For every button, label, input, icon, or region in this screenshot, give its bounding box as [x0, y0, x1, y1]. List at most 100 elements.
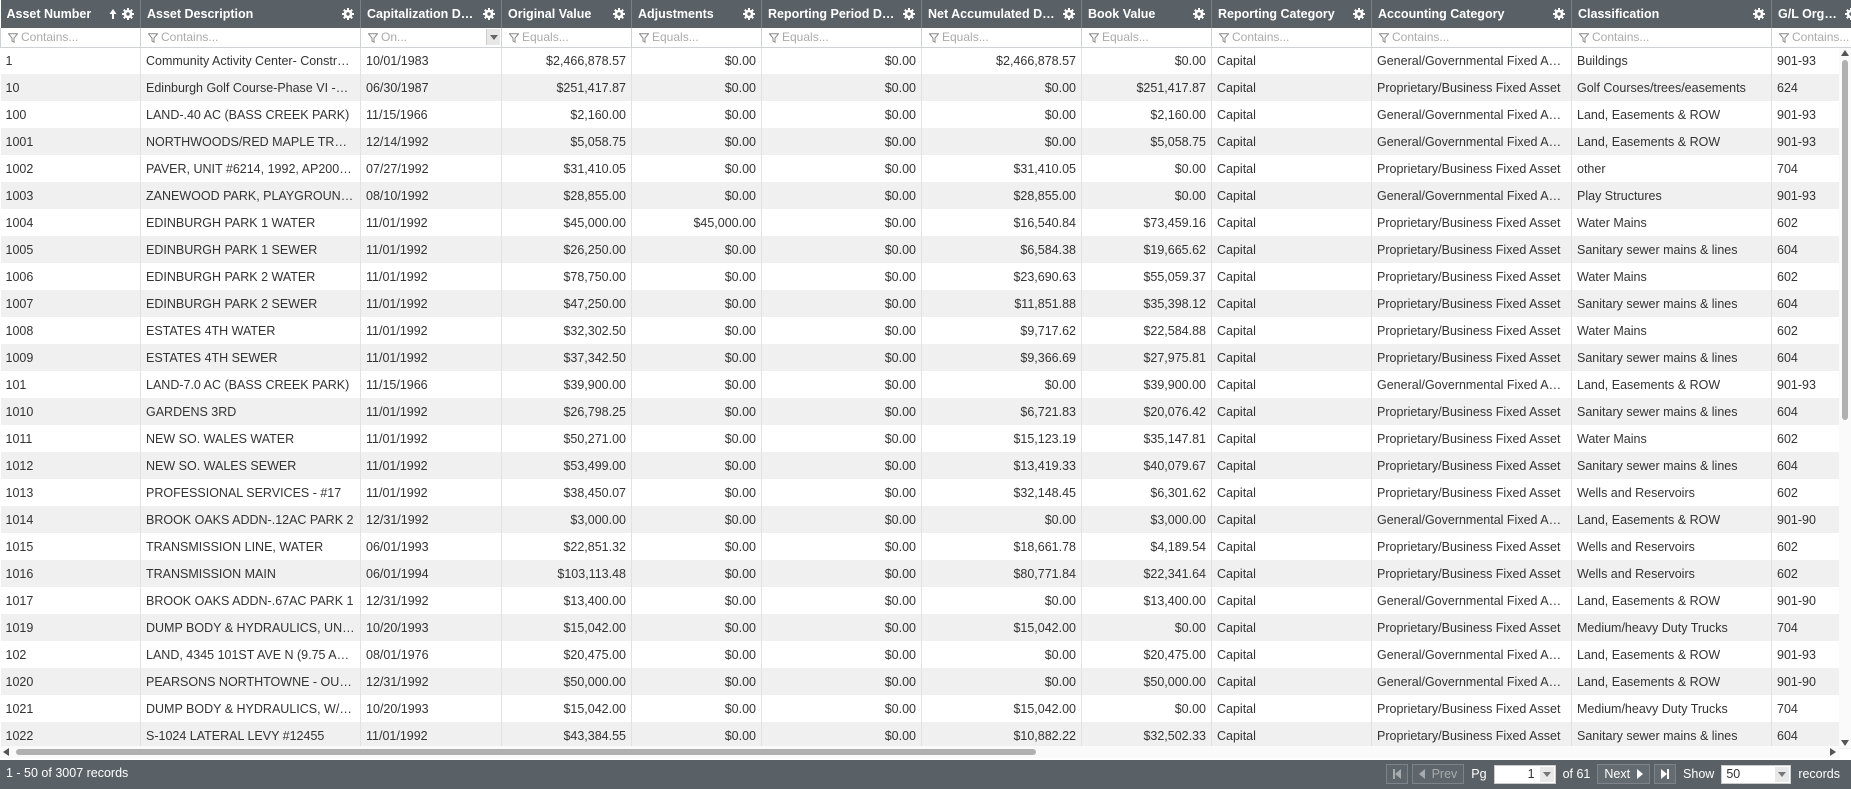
- table-row[interactable]: 1007 EDINBURGH PARK 2 SEWER 11/01/1992 $47,…: [0, 290, 1851, 317]
- column-settings-gear-icon[interactable]: [1063, 8, 1075, 20]
- table-row[interactable]: 1021 DUMP BODY & HYDRAULICS, W/9 PA... 10/…: [0, 695, 1851, 722]
- scroll-down-icon[interactable]: [1841, 740, 1849, 746]
- table-row[interactable]: 1006 EDINBURGH PARK 2 WATER 11/01/1992 $78,…: [0, 263, 1851, 290]
- cell-classification: Buildings: [1571, 47, 1772, 74]
- table-row[interactable]: 1 Community Activity Center- Construct...…: [0, 47, 1851, 74]
- table-row[interactable]: 1004 EDINBURGH PARK 1 WATER 11/01/1992 $45,…: [0, 209, 1851, 236]
- table-row[interactable]: 10 Edinburgh Golf Course-Phase VI -Con...…: [0, 74, 1851, 101]
- filter-input-asset-number[interactable]: [1, 28, 140, 47]
- table-row[interactable]: 1010 GARDENS 3RD 11/01/1992 $26,798.25 $0.00…: [0, 398, 1851, 425]
- column-header-adjustments[interactable]: Adjustments: [631, 0, 762, 28]
- table-row[interactable]: 1017 BROOK OAKS ADDN-.67AC PARK 1 12/31/19…: [0, 587, 1851, 614]
- column-header-net-accumulated-depr[interactable]: Net Accumulated Depr...: [921, 0, 1082, 28]
- cell-asset-description: EDINBURGH PARK 1 WATER: [140, 209, 361, 236]
- column-header-book-value[interactable]: Book Value: [1081, 0, 1212, 28]
- page-size-dropdown-icon[interactable]: [1775, 766, 1790, 782]
- table-row[interactable]: 1016 TRANSMISSION MAIN 06/01/1994 $103,113.…: [0, 560, 1851, 587]
- table-row[interactable]: 1015 TRANSMISSION LINE, WATER 06/01/1993 $2…: [0, 533, 1851, 560]
- page-number-input[interactable]: 1: [1493, 764, 1556, 784]
- filter-icon[interactable]: [768, 32, 780, 44]
- column-settings-gear-icon[interactable]: [1193, 8, 1205, 20]
- cell-asset-description: EDINBURGH PARK 2 SEWER: [140, 290, 361, 317]
- filter-input-capitalization-date[interactable]: [361, 28, 501, 47]
- filter-row: [0, 28, 1851, 48]
- table-row[interactable]: 1005 EDINBURGH PARK 1 SEWER 11/01/1992 $26,…: [0, 236, 1851, 263]
- page-size-select[interactable]: 50: [1721, 764, 1792, 784]
- column-settings-gear-icon[interactable]: [903, 8, 915, 20]
- table-row[interactable]: 1013 PROFESSIONAL SERVICES - #17 11/01/199…: [0, 479, 1851, 506]
- table-row[interactable]: 1014 BROOK OAKS ADDN-.12AC PARK 2 12/31/19…: [0, 506, 1851, 533]
- filter-icon[interactable]: [928, 32, 940, 44]
- table-row[interactable]: 1002 PAVER, UNIT #6214, 1992, AP200B, AS.…: [0, 155, 1851, 182]
- filter-icon[interactable]: [1578, 32, 1590, 44]
- cell-original-value: $26,250.00: [501, 236, 632, 263]
- column-header-reporting-category[interactable]: Reporting Category: [1211, 0, 1372, 28]
- cell-book-value: $39,900.00: [1081, 371, 1212, 398]
- filter-input-classification[interactable]: [1572, 28, 1771, 47]
- filter-input-book-value[interactable]: [1082, 28, 1211, 47]
- scroll-left-icon[interactable]: [3, 748, 9, 756]
- filter-icon[interactable]: [638, 32, 650, 44]
- column-header-original-value[interactable]: Original Value: [501, 0, 632, 28]
- page-dropdown-icon[interactable]: [1539, 766, 1554, 782]
- vertical-scroll-thumb[interactable]: [1842, 60, 1848, 420]
- table-row[interactable]: 1020 PEARSONS NORTHTOWNE - OUTLOT 7 12/31/…: [0, 668, 1851, 695]
- column-settings-gear-icon[interactable]: [743, 8, 755, 20]
- scroll-right-icon[interactable]: [1830, 748, 1836, 756]
- column-header-accounting-category[interactable]: Accounting Category: [1371, 0, 1572, 28]
- table-row[interactable]: 1022 S-1024 LATERAL LEVY #12455 11/01/1992…: [0, 722, 1851, 749]
- next-page-button[interactable]: Next: [1597, 764, 1651, 784]
- filter-input-asset-description[interactable]: [141, 28, 360, 47]
- last-page-button[interactable]: [1654, 764, 1677, 784]
- column-settings-gear-icon[interactable]: [1553, 8, 1565, 20]
- filter-icon[interactable]: [1088, 32, 1100, 44]
- table-row[interactable]: 101 LAND-7.0 AC (BASS CREEK PARK) 11/15/19…: [0, 371, 1851, 398]
- horizontal-scroll-thumb[interactable]: [16, 749, 1036, 755]
- table-row[interactable]: 1012 NEW SO. WALES SEWER 11/01/1992 $53,499…: [0, 452, 1851, 479]
- filter-input-reporting-category[interactable]: [1212, 28, 1371, 47]
- cell-classification: Sanitary sewer mains & lines: [1571, 398, 1772, 425]
- table-row[interactable]: 1003 ZANEWOOD PARK, PLAYGROUND EQ... 08/10…: [0, 182, 1851, 209]
- column-settings-gear-icon[interactable]: [1845, 8, 1851, 20]
- filter-input-net-accumulated-depr[interactable]: [922, 28, 1081, 47]
- table-row[interactable]: 1008 ESTATES 4TH WATER 11/01/1992 $32,302.5…: [0, 317, 1851, 344]
- table-row[interactable]: 1009 ESTATES 4TH SEWER 11/01/1992 $37,342.5…: [0, 344, 1851, 371]
- column-settings-gear-icon[interactable]: [342, 8, 354, 20]
- cell-asset-number: 1002: [0, 155, 141, 182]
- column-header-capitalization-date[interactable]: Capitalization Date: [360, 0, 502, 28]
- filter-dropdown-icon[interactable]: [486, 29, 500, 45]
- filter-icon[interactable]: [147, 32, 159, 44]
- filter-icon[interactable]: [508, 32, 520, 44]
- scroll-up-icon[interactable]: [1841, 50, 1849, 56]
- sort-ascending-icon[interactable]: [108, 8, 118, 20]
- column-header-asset-number[interactable]: Asset Number: [0, 0, 141, 28]
- column-settings-gear-icon[interactable]: [613, 8, 625, 20]
- filter-input-adjustments[interactable]: [632, 28, 761, 47]
- filter-icon[interactable]: [7, 32, 19, 44]
- horizontal-scrollbar[interactable]: [0, 746, 1839, 758]
- column-settings-gear-icon[interactable]: [483, 8, 495, 20]
- column-header-classification[interactable]: Classification: [1571, 0, 1772, 28]
- column-settings-gear-icon[interactable]: [1353, 8, 1365, 20]
- table-row[interactable]: 1011 NEW SO. WALES WATER 11/01/1992 $50,271…: [0, 425, 1851, 452]
- filter-icon[interactable]: [367, 32, 379, 44]
- table-row[interactable]: 1001 NORTHWOODS/RED MAPLE TREES 12/14/1992…: [0, 128, 1851, 155]
- column-settings-gear-icon[interactable]: [122, 8, 134, 20]
- table-row[interactable]: 1019 DUMP BODY & HYDRAULICS, UNIT 6... 10/…: [0, 614, 1851, 641]
- filter-input-accounting-category[interactable]: [1372, 28, 1571, 47]
- filter-input-original-value[interactable]: [502, 28, 631, 47]
- cell-asset-description: TRANSMISSION MAIN: [140, 560, 361, 587]
- vertical-scrollbar[interactable]: [1839, 48, 1851, 748]
- filter-icon[interactable]: [1778, 32, 1790, 44]
- first-page-button[interactable]: [1385, 764, 1408, 784]
- column-header-asset-description[interactable]: Asset Description: [140, 0, 361, 28]
- filter-icon[interactable]: [1378, 32, 1390, 44]
- prev-page-button[interactable]: Prev: [1411, 764, 1465, 784]
- table-row[interactable]: 102 LAND, 4345 101ST AVE N (9.75 ACRES) 08…: [0, 641, 1851, 668]
- table-row[interactable]: 100 LAND-.40 AC (BASS CREEK PARK) 11/15/19…: [0, 101, 1851, 128]
- filter-input-reporting-period-depr[interactable]: [762, 28, 921, 47]
- filter-icon[interactable]: [1218, 32, 1230, 44]
- column-header-reporting-period-depr[interactable]: Reporting Period Depr...: [761, 0, 922, 28]
- column-settings-gear-icon[interactable]: [1753, 8, 1765, 20]
- column-header-g-l-organization[interactable]: G/L Organization: [1771, 0, 1851, 28]
